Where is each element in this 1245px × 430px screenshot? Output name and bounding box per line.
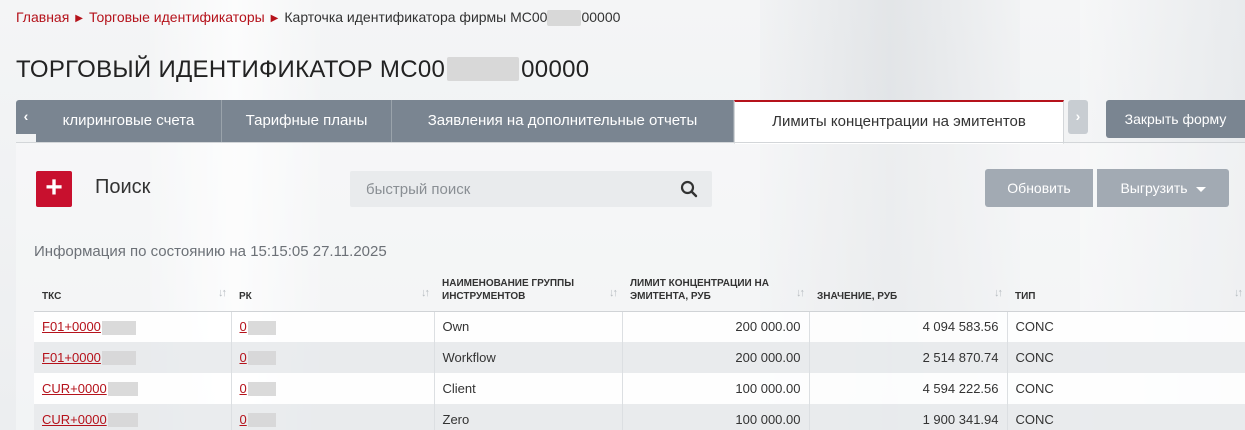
breadcrumb-home[interactable]: Главная xyxy=(16,9,69,25)
page-title-suffix: 00000 xyxy=(521,56,590,83)
sort-icon[interactable]: ↓↑ xyxy=(1234,287,1243,300)
cell-value: 2 514 870.74 xyxy=(809,342,1008,373)
redacted-text xyxy=(247,351,276,366)
cell-type: CONC xyxy=(1007,311,1245,342)
breadcrumb-separator-icon: ▶ xyxy=(75,13,83,24)
redacted-text xyxy=(101,320,136,335)
redacted-text xyxy=(447,56,520,81)
redacted-text xyxy=(107,413,138,428)
cell-type: CONC xyxy=(1007,342,1245,373)
sort-icon[interactable]: ↓↑ xyxy=(421,287,430,300)
rk-link[interactable]: 0 xyxy=(240,350,247,365)
tks-link[interactable]: CUR+0000 xyxy=(42,381,107,396)
concentration-limits-table: ТКС ↓↑ РК ↓↑ НАИМЕНОВАНИЕ ГРУППЫ ИНСТРУМЕН… xyxy=(34,269,1245,430)
export-button-label: Выгрузить xyxy=(1120,180,1188,196)
search-box xyxy=(350,171,712,207)
sort-icon[interactable]: ↓↑ xyxy=(609,287,618,300)
tab-scroll-right-icon[interactable]: › xyxy=(1068,100,1088,134)
search-heading: Поиск xyxy=(95,176,151,198)
breadcrumb-trading-ids[interactable]: Торговые идентификаторы xyxy=(89,9,265,25)
column-header-type[interactable]: ТИП ↓↑ xyxy=(1007,269,1245,312)
column-header-value[interactable]: ЗНАЧЕНИЕ, РУБ ↓↑ xyxy=(809,269,1007,312)
breadcrumb-current: Карточка идентификатора фирмы МС00 00000 xyxy=(284,9,621,27)
redacted-text xyxy=(247,382,276,397)
sort-icon[interactable]: ↓↑ xyxy=(796,287,805,300)
add-button[interactable]: + xyxy=(36,171,72,207)
tab-tariff-plans[interactable]: Тарифные планы xyxy=(222,100,392,142)
column-header-tks[interactable]: ТКС ↓↑ xyxy=(34,269,231,312)
quick-search-input[interactable] xyxy=(350,171,670,207)
cell-rk: 0 xyxy=(231,373,435,404)
breadcrumb: Главная ▶ Торговые идентификаторы ▶ Карточка… xyxy=(16,9,621,27)
redacted-text xyxy=(247,320,276,335)
cell-tks: CUR+0000 xyxy=(34,404,232,430)
cell-rk: 0 xyxy=(231,311,435,342)
cell-limit: 200 000.00 xyxy=(622,342,810,373)
tks-link[interactable]: F01+0000 xyxy=(42,350,101,365)
cell-type: CONC xyxy=(1007,404,1245,430)
close-form-button[interactable]: Закрыть форму xyxy=(1106,100,1245,138)
cell-rk: 0 xyxy=(231,404,435,430)
cell-group: Own xyxy=(434,311,623,342)
cell-limit: 100 000.00 xyxy=(622,373,810,404)
search-icon[interactable] xyxy=(680,180,698,198)
cell-group: Client xyxy=(434,373,623,404)
table-row: CUR+0000 0 Client 100 000.00 4 594 222.5… xyxy=(34,373,1245,404)
cell-limit: 200 000.00 xyxy=(622,311,810,342)
cell-value: 1 900 341.94 xyxy=(809,404,1008,430)
breadcrumb-current-suffix: 00000 xyxy=(581,9,621,25)
cell-rk: 0 xyxy=(231,342,435,373)
breadcrumb-separator-icon: ▶ xyxy=(270,13,279,24)
sort-icon[interactable]: ↓↑ xyxy=(994,287,1003,300)
tab-additional-report-requests[interactable]: Заявления на дополнительные отчеты xyxy=(392,100,734,142)
cell-value: 4 594 222.56 xyxy=(809,373,1008,404)
table-row: F01+0000 0 Own 200 000.00 4 094 583.56 C… xyxy=(34,311,1245,342)
data-timestamp-info: Информация по состоянию на 15:15:05 27.1… xyxy=(34,243,387,260)
table-header-row: ТКС ↓↑ РК ↓↑ НАИМЕНОВАНИЕ ГРУППЫ ИНСТРУМЕН… xyxy=(34,269,1245,312)
export-button[interactable]: Выгрузить xyxy=(1097,169,1229,207)
cell-tks: F01+0000 xyxy=(34,342,232,373)
tab-scroll-left-icon[interactable]: ‹ xyxy=(16,100,36,134)
page-title: ТОРГОВЫЙ ИДЕНТИФИКАТОР МС00 00000 xyxy=(16,56,589,84)
table-row: F01+0000 0 Workflow 200 000.00 2 514 870… xyxy=(34,342,1245,373)
table-row: CUR+0000 0 Zero 100 000.00 1 900 341.94 … xyxy=(34,404,1245,430)
column-header-rk[interactable]: РК ↓↑ xyxy=(231,269,434,312)
sort-icon[interactable]: ↓↑ xyxy=(218,287,227,300)
rk-link[interactable]: 0 xyxy=(240,381,247,396)
refresh-button[interactable]: Обновить xyxy=(985,169,1093,207)
redacted-text xyxy=(101,351,136,366)
page-title-prefix: ТОРГОВЫЙ ИДЕНТИФИКАТОР МС00 xyxy=(16,56,446,83)
cell-limit: 100 000.00 xyxy=(622,404,810,430)
tks-link[interactable]: F01+0000 xyxy=(42,319,101,334)
cell-type: CONC xyxy=(1007,373,1245,404)
redacted-text xyxy=(247,413,276,428)
redacted-text xyxy=(107,382,138,397)
cell-value: 4 094 583.56 xyxy=(809,311,1008,342)
cell-tks: CUR+0000 xyxy=(34,373,232,404)
tab-clearing-accounts[interactable]: клиринговые счета xyxy=(36,100,222,142)
content-panel: + Поиск Обновить Выгрузить Информация по… xyxy=(16,142,1245,430)
rk-link[interactable]: 0 xyxy=(240,412,247,427)
tab-issuer-concentration-limits[interactable]: Лимиты концентрации на эмитентов xyxy=(734,100,1064,144)
rk-link[interactable]: 0 xyxy=(240,319,247,334)
tks-link[interactable]: CUR+0000 xyxy=(42,412,107,427)
column-header-instrument-group[interactable]: НАИМЕНОВАНИЕ ГРУППЫ ИНСТРУМЕНТОВ ↓↑ xyxy=(434,269,622,312)
cell-tks: F01+0000 xyxy=(34,311,232,342)
caret-down-icon xyxy=(1195,186,1206,192)
column-header-concentration-limit[interactable]: ЛИМИТ КОНЦЕНТРАЦИИ НА ЭМИТЕНТА, РУБ ↓↑ xyxy=(622,269,809,312)
tab-bar: ‹ клиринговые счета Тарифные планы Заявл… xyxy=(16,100,1245,144)
breadcrumb-current-prefix: Карточка идентификатора фирмы МС00 xyxy=(284,9,548,25)
redacted-text xyxy=(547,10,582,27)
cell-group: Zero xyxy=(434,404,623,430)
cell-group: Workflow xyxy=(434,342,623,373)
